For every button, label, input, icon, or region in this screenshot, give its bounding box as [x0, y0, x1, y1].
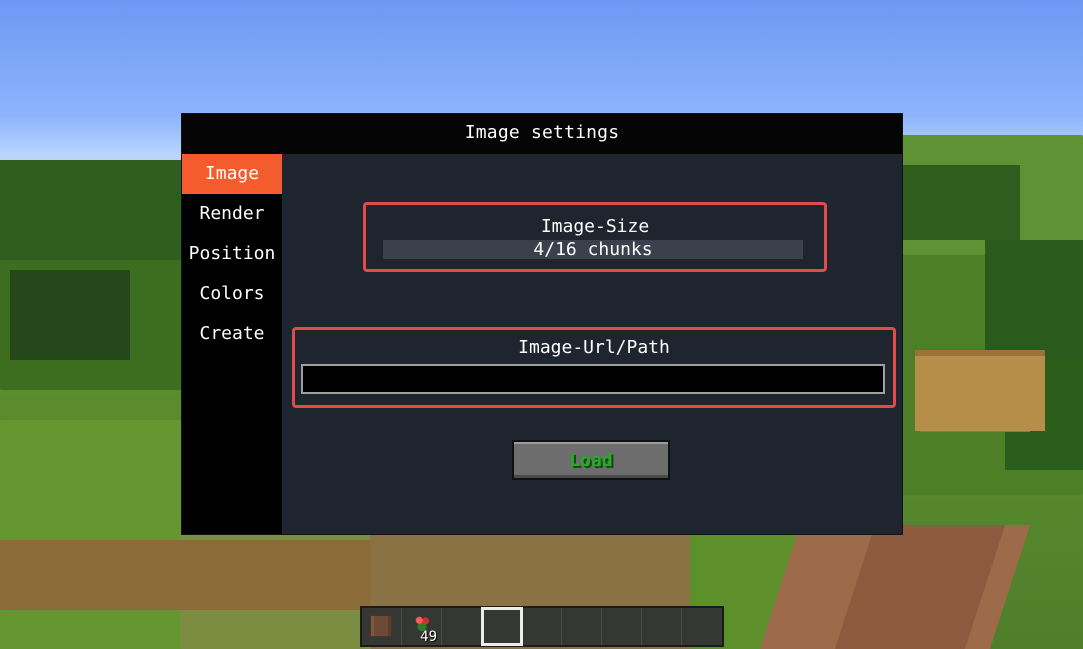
- hotbar-slot-3[interactable]: [442, 608, 482, 645]
- image-settings-dialog: Image settings Image Render Position Col…: [182, 114, 902, 534]
- tree-cluster: [0, 160, 200, 260]
- tab-image-label: Image: [204, 163, 260, 184]
- load-button[interactable]: Load: [512, 440, 670, 480]
- tab-render-label: Render: [199, 203, 265, 224]
- hotbar-slot-9[interactable]: [682, 608, 722, 645]
- image-size-label: Image-Size: [540, 216, 650, 237]
- tab-colors-label: Colors: [199, 283, 265, 304]
- tab-image[interactable]: Image: [182, 154, 282, 194]
- tab-create-label: Create: [199, 323, 265, 344]
- tree-cluster: [10, 270, 130, 360]
- tab-render[interactable]: Render: [182, 194, 282, 234]
- hotbar-slot-7[interactable]: [602, 608, 642, 645]
- hotbar-slot-8[interactable]: [642, 608, 682, 645]
- tab-position-label: Position: [188, 243, 276, 264]
- hotbar-slot-5[interactable]: [522, 608, 562, 645]
- image-size-section: Image-Size 4/16 chunks: [363, 202, 827, 272]
- image-size-value: 4/16 chunks: [533, 239, 653, 260]
- hotbar-slot-4-selected[interactable]: [481, 607, 523, 646]
- image-path-section: Image-Url/Path: [292, 327, 896, 408]
- hotbar-slot-1[interactable]: [362, 608, 402, 645]
- dirt-block-icon: [370, 615, 392, 637]
- image-path-label: Image-Url/Path: [518, 337, 670, 358]
- hotbar-slot-6[interactable]: [562, 608, 602, 645]
- image-size-slider[interactable]: 4/16 chunks: [383, 240, 803, 259]
- dialog-title: Image settings: [464, 122, 620, 143]
- tab-create[interactable]: Create: [182, 314, 282, 354]
- tab-colors[interactable]: Colors: [182, 274, 282, 314]
- dirt-path: [0, 540, 420, 610]
- tree-cluster: [900, 165, 1020, 240]
- settings-sidebar: Image Render Position Colors Create: [182, 154, 282, 534]
- settings-content: Image-Size 4/16 chunks Image-Url/Path Lo…: [282, 154, 902, 534]
- hotbar-slot-2[interactable]: 49: [402, 608, 442, 645]
- hotbar: 49: [360, 606, 724, 647]
- dialog-header: Image settings: [182, 114, 902, 154]
- image-path-input[interactable]: [301, 364, 885, 394]
- wooden-house: [915, 350, 1045, 431]
- tab-position[interactable]: Position: [182, 234, 282, 274]
- hotbar-stack-count: 49: [420, 629, 437, 645]
